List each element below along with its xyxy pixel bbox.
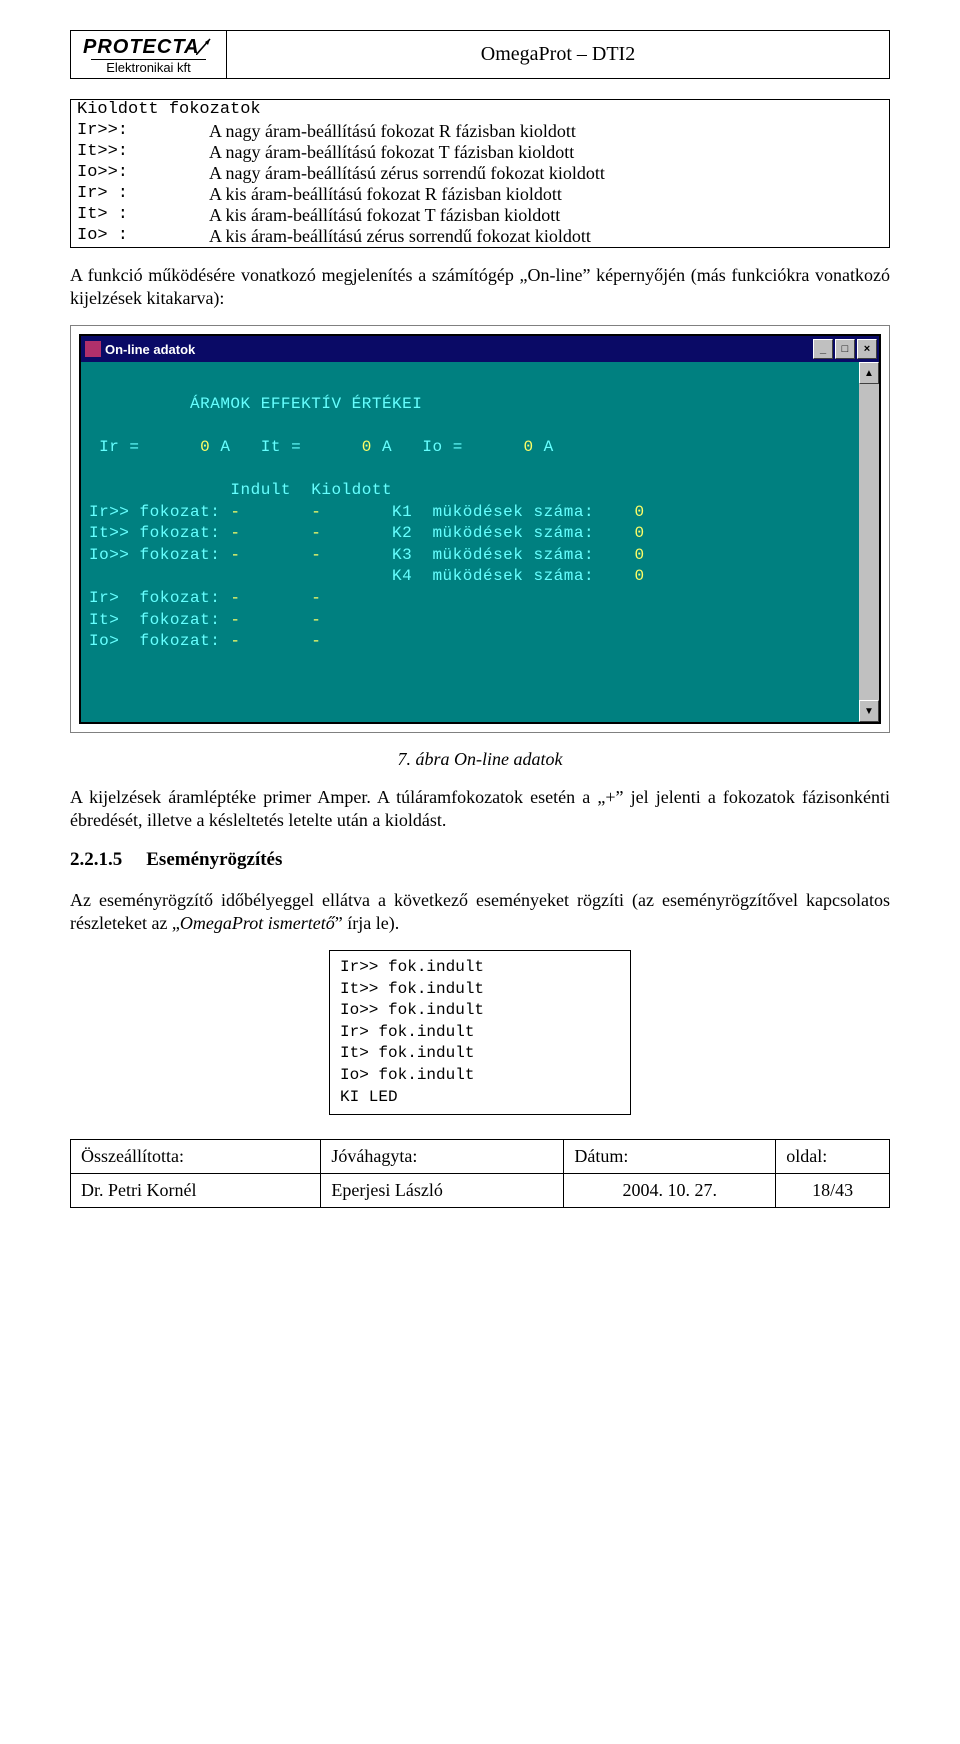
- table-row: Io> :A kis áram-beállítású zérus sorrend…: [71, 226, 890, 248]
- para3-b: ” írja le).: [335, 913, 399, 933]
- window-titlebar[interactable]: On-line adatok _ □ ×: [81, 336, 879, 362]
- paragraph-explain: A kijelzések áramléptéke primer Amper. A…: [70, 786, 890, 831]
- scrollbar[interactable]: ▲ ▼: [859, 362, 879, 722]
- footer-v-author: Dr. Petri Kornél: [71, 1174, 321, 1208]
- def-desc: A nagy áram-beállítású fokozat R fázisba…: [203, 121, 890, 142]
- footer-h-date: Dátum:: [564, 1140, 776, 1174]
- table-row: It> :A kis áram-beállítású fokozat T fáz…: [71, 205, 890, 226]
- def-desc: A kis áram-beállítású fokozat T fázisban…: [203, 205, 890, 226]
- arrow-icon: [196, 37, 214, 55]
- def-label: Io> :: [71, 226, 204, 248]
- def-label: It>>:: [71, 142, 204, 163]
- brand-box: PROTECTA Elektronikai kft: [70, 30, 227, 79]
- app-icon: [85, 341, 101, 357]
- event-list-box: Ir>> fok.indult It>> fok.indult Io>> fok…: [329, 950, 631, 1115]
- para3-italic: OmegaProt ismertető: [180, 913, 335, 933]
- footer-h-author: Összeállította:: [71, 1140, 321, 1174]
- footer-h-approved: Jóváhagyta:: [321, 1140, 564, 1174]
- page-header: PROTECTA Elektronikai kft OmegaProt – DT…: [70, 30, 890, 79]
- table-row: Io>>:A nagy áram-beállítású zérus sorren…: [71, 163, 890, 184]
- def-desc: A nagy áram-beállítású zérus sorrendű fo…: [203, 163, 890, 184]
- close-button[interactable]: ×: [857, 339, 877, 359]
- def-desc: A kis áram-beállítású fokozat R fázisban…: [203, 184, 890, 205]
- footer-v-page: 18/43: [776, 1174, 890, 1208]
- window-body: ▲ ▼ ÁRAMOK EFFEKTÍV ÉRTÉKEI Ir = 0 A It …: [81, 362, 879, 722]
- maximize-button[interactable]: □: [835, 339, 855, 359]
- table-row: It>>:A nagy áram-beállítású fokozat T fá…: [71, 142, 890, 163]
- def-label: Io>>:: [71, 163, 204, 184]
- terminal-content: ÁRAMOK EFFEKTÍV ÉRTÉKEI Ir = 0 A It = 0 …: [89, 372, 863, 653]
- def-label: Ir>>:: [71, 121, 204, 142]
- def-desc: A nagy áram-beállítású fokozat T fázisba…: [203, 142, 890, 163]
- footer-v-approved: Eperjesi László: [321, 1174, 564, 1208]
- def-desc: A kis áram-beállítású zérus sorrendű fok…: [203, 226, 890, 248]
- online-window-frame: On-line adatok _ □ × ▲ ▼ ÁRAMOK EFFEKTÍV…: [70, 325, 890, 733]
- minimize-button[interactable]: _: [813, 339, 833, 359]
- def-label: Ir> :: [71, 184, 204, 205]
- page-title: OmegaProt – DTI2: [227, 30, 890, 79]
- footer-h-page: oldal:: [776, 1140, 890, 1174]
- section-heading: 2.2.1.5 Eseményrögzítés: [70, 849, 890, 871]
- stage-definitions-table: Kioldott fokozatok Ir>>:A nagy áram-beál…: [70, 99, 890, 248]
- footer-table: Összeállította: Jóváhagyta: Dátum: oldal…: [70, 1139, 890, 1208]
- section-title: Eseményrögzítés: [146, 849, 282, 871]
- brand-sub: Elektronikai kft: [91, 59, 206, 74]
- brand-name: PROTECTA: [83, 36, 200, 58]
- paragraph-events: Az eseményrögzítő időbélyeggel ellátva a…: [70, 889, 890, 934]
- def-label: It> :: [71, 205, 204, 226]
- online-window: On-line adatok _ □ × ▲ ▼ ÁRAMOK EFFEKTÍV…: [79, 334, 881, 724]
- scroll-down-icon[interactable]: ▼: [859, 700, 879, 722]
- table-row: Ir> :A kis áram-beállítású fokozat R fáz…: [71, 184, 890, 205]
- paragraph-intro: A funkció működésére vonatkozó megjelení…: [70, 264, 890, 309]
- table-row: Ir>>:A nagy áram-beállítású fokozat R fá…: [71, 121, 890, 142]
- def-table-head: Kioldott fokozatok: [71, 100, 890, 122]
- scroll-up-icon[interactable]: ▲: [859, 362, 879, 384]
- figure-caption: 7. ábra On-line adatok: [70, 749, 890, 770]
- window-title: On-line adatok: [105, 342, 195, 357]
- footer-v-date: 2004. 10. 27.: [564, 1174, 776, 1208]
- section-number: 2.2.1.5: [70, 849, 122, 871]
